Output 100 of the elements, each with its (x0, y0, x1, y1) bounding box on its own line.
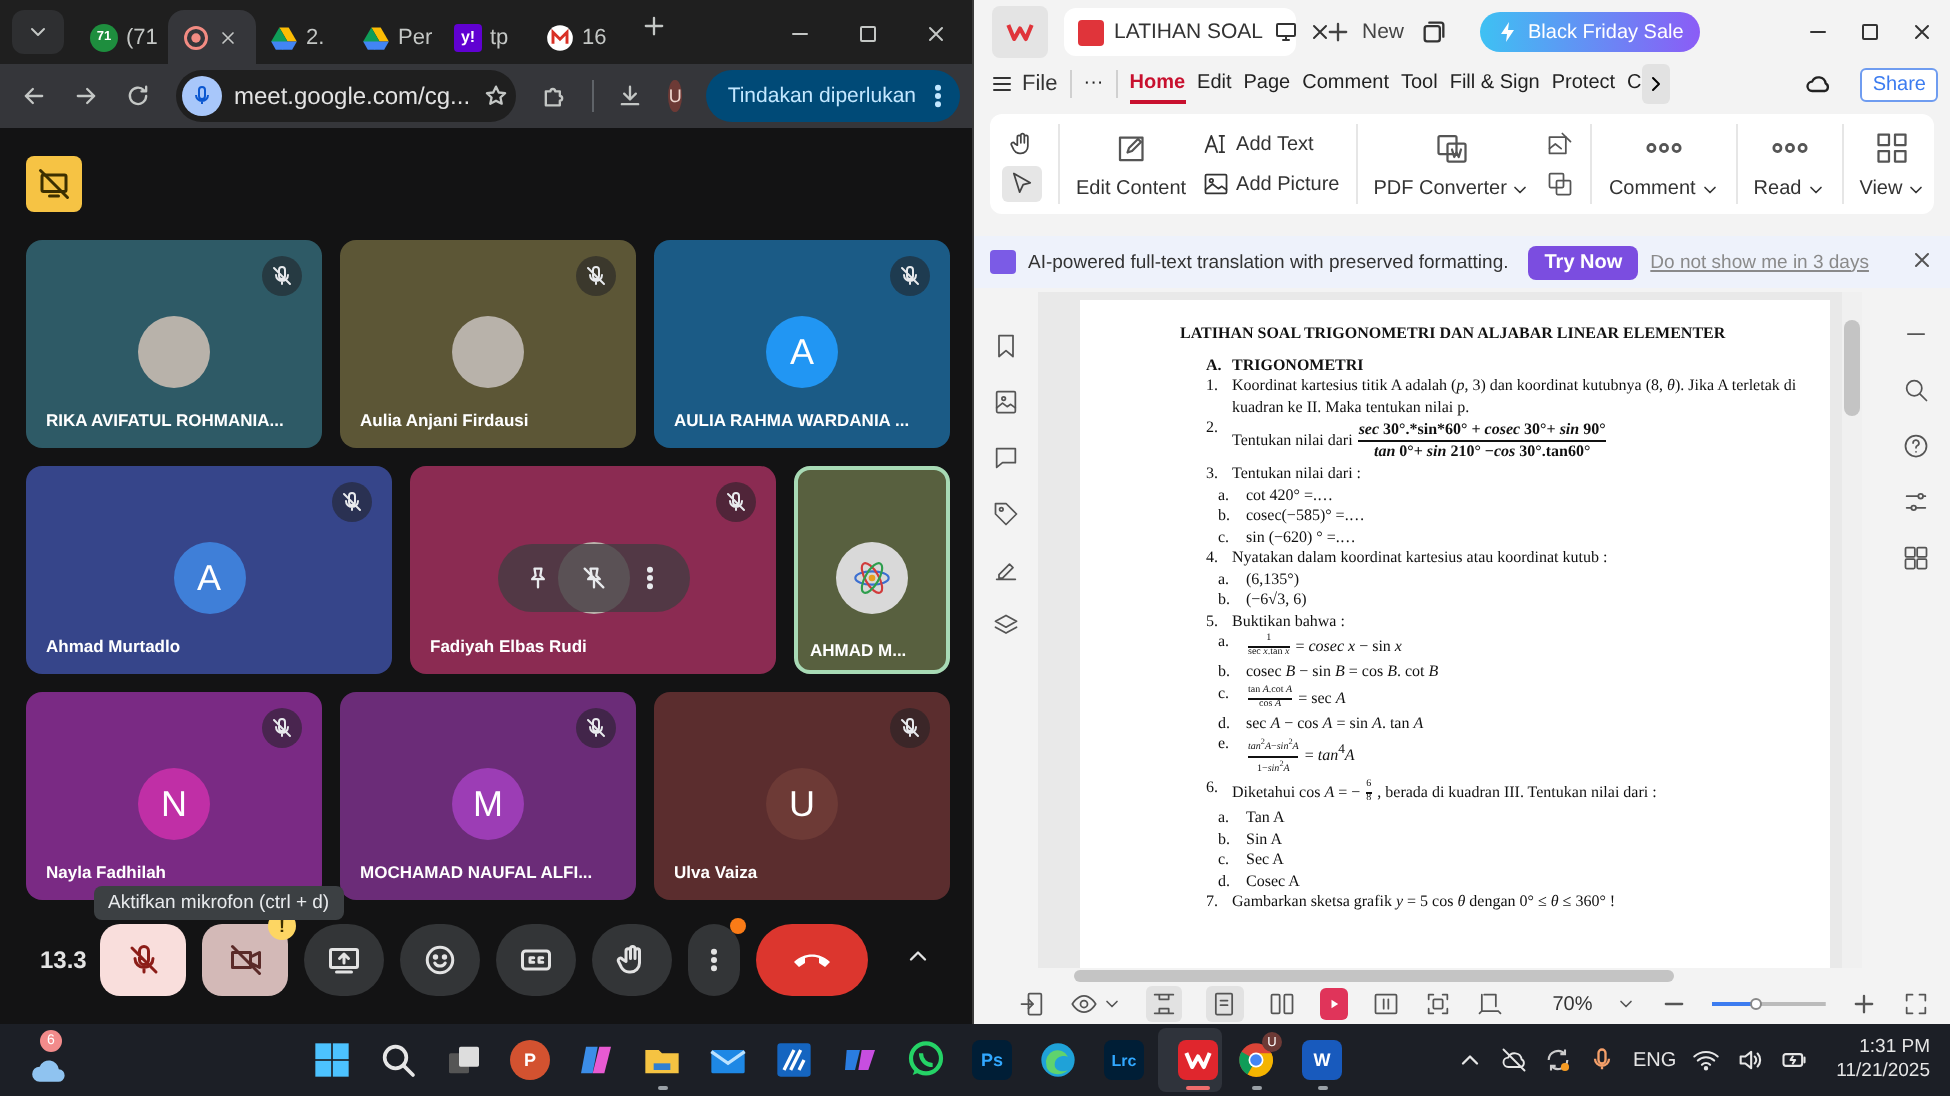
play-button[interactable] (1319, 988, 1349, 1020)
mic-button[interactable] (100, 924, 186, 996)
fullscreen-icon[interactable] (1901, 990, 1930, 1018)
taskbar-button[interactable]: W (1290, 1028, 1354, 1092)
taskbar-button[interactable]: Lrc (1092, 1028, 1156, 1092)
plus-icon[interactable] (640, 12, 668, 40)
image-icon[interactable] (992, 388, 1020, 416)
browser-tab[interactable]: 2. (256, 10, 348, 64)
comment-tool-button[interactable]: Comment (1592, 128, 1736, 200)
taskbar-button[interactable]: Ps (960, 1028, 1024, 1092)
language-indicator[interactable]: ENG (1632, 1049, 1677, 1071)
convert-tool-button[interactable]: PDF Converter (1357, 128, 1547, 200)
end-call-button[interactable] (756, 924, 868, 996)
help-icon[interactable] (1902, 432, 1930, 460)
forward-icon[interactable] (72, 82, 100, 110)
close-icon[interactable] (1307, 20, 1331, 44)
menu-tab[interactable]: Home (1129, 64, 1186, 104)
new-tab-button[interactable]: New (1324, 18, 1405, 46)
focus-icon[interactable] (1424, 990, 1453, 1018)
menu-tab[interactable]: Edit (1197, 64, 1232, 104)
try-now-button[interactable]: Try Now (1528, 245, 1639, 279)
participant-tile[interactable]: U Ulva Vaiza (654, 692, 950, 900)
fit-height-button[interactable] (1146, 986, 1183, 1022)
download-icon[interactable] (616, 82, 645, 110)
captions-button[interactable] (496, 924, 576, 996)
cloud-icon[interactable] (1804, 70, 1833, 98)
screen-off-button[interactable] (26, 156, 82, 212)
browser-tab[interactable]: y! tp (440, 10, 532, 64)
comment-icon[interactable] (992, 444, 1020, 472)
reaction-button[interactable] (400, 924, 480, 996)
action-required-button[interactable]: Tindakan diperlukan (705, 70, 960, 122)
volume-icon[interactable] (1736, 1046, 1765, 1074)
columns-icon[interactable] (1372, 990, 1401, 1018)
browser-tab[interactable]: Per (348, 10, 440, 64)
tag-icon[interactable] (992, 500, 1020, 528)
close-icon[interactable] (218, 27, 238, 47)
app-logo-icon[interactable] (992, 6, 1048, 58)
search-icon[interactable] (1902, 376, 1930, 404)
taskbar-button[interactable]: P (498, 1028, 562, 1092)
sliders-icon[interactable] (1902, 488, 1930, 516)
bookmark-icon[interactable] (992, 332, 1020, 360)
select-tool-icon[interactable] (1002, 166, 1042, 202)
star-icon[interactable] (482, 82, 511, 110)
raise-hand-button[interactable] (592, 924, 672, 996)
grid-icon[interactable] (1902, 544, 1930, 572)
sync-icon[interactable] (1544, 1046, 1573, 1074)
maximize-icon[interactable] (1858, 20, 1882, 44)
close-icon[interactable] (1910, 247, 1934, 271)
participant-tile[interactable]: Fadiyah Elbas Rudi (410, 466, 776, 674)
picture-tool-button[interactable]: Add Picture (1202, 170, 1340, 198)
profile-avatar[interactable]: U (668, 80, 682, 112)
browser-tab[interactable]: 16 (532, 10, 624, 64)
back-icon[interactable] (20, 82, 48, 110)
reload-icon[interactable] (124, 82, 152, 110)
single-page-button[interactable] (1206, 986, 1244, 1022)
present-button[interactable] (304, 924, 384, 996)
menu-tab[interactable]: Protect (1551, 64, 1616, 104)
participant-tile[interactable]: Aulia Anjani Firdausi (340, 240, 636, 448)
menu-tab[interactable]: Fill & Sign (1449, 64, 1540, 104)
close-icon[interactable] (1910, 20, 1934, 44)
participant-tile[interactable]: M MOCHAMAD NAUFAL ALFI... (340, 692, 636, 900)
menu-tab[interactable]: C (1627, 64, 1642, 104)
text-tool-button[interactable]: Add Text (1202, 130, 1340, 158)
puzzle-icon[interactable] (540, 82, 568, 110)
address-bar[interactable]: meet.google.com/cg... (176, 70, 516, 122)
eye-icon[interactable] (1070, 990, 1098, 1018)
file-menu[interactable]: File (990, 72, 1058, 96)
copy-icon[interactable] (1546, 170, 1575, 198)
exit-icon[interactable] (1018, 990, 1046, 1018)
clock-date[interactable]: 11/21/2025 (1836, 1060, 1930, 1084)
crop-icon[interactable] (1476, 990, 1505, 1018)
scroll-right-button[interactable] (1641, 64, 1670, 104)
view-tool-button[interactable]: View (1843, 128, 1943, 200)
edit-tool-button[interactable]: Edit Content (1060, 128, 1203, 200)
menu-tab[interactable]: Page (1243, 64, 1291, 104)
browser-tab[interactable] (168, 10, 256, 64)
layers-icon[interactable] (992, 612, 1020, 640)
restore-icon[interactable] (1420, 18, 1449, 46)
more-options-button[interactable] (688, 924, 740, 996)
wifi-icon[interactable] (1692, 1046, 1721, 1074)
unpin-icon[interactable] (579, 564, 607, 592)
close-icon[interactable] (924, 22, 948, 46)
menu-tab[interactable]: Tool (1400, 64, 1438, 104)
share-button[interactable]: Share (1860, 67, 1938, 101)
image-edit-icon[interactable] (1546, 130, 1575, 158)
zoom-value[interactable]: 70% (1552, 993, 1593, 1015)
maximize-icon[interactable] (856, 22, 880, 46)
zoom-in-icon[interactable] (1849, 990, 1878, 1018)
participant-tile[interactable]: AHMAD M... (794, 466, 950, 674)
participant-tile[interactable]: RIKA AVIFATUL ROHMANIA... (26, 240, 322, 448)
read-tool-button[interactable]: Read (1737, 128, 1842, 200)
slider-thumb[interactable] (1749, 998, 1762, 1010)
participant-tile[interactable]: A AULIA RAHMA WARDANIA ... (654, 240, 950, 448)
more-menu[interactable]: ··· (1083, 64, 1104, 104)
menu-tab[interactable]: Comment (1302, 64, 1389, 104)
taskbar-button[interactable] (1158, 1028, 1222, 1092)
participant-tile[interactable]: A Ahmad Murtadlo (26, 466, 392, 674)
two-page-icon[interactable] (1267, 990, 1296, 1018)
clock-time[interactable]: 1:31 PM (1859, 1036, 1930, 1060)
mic-icon[interactable] (182, 76, 222, 116)
